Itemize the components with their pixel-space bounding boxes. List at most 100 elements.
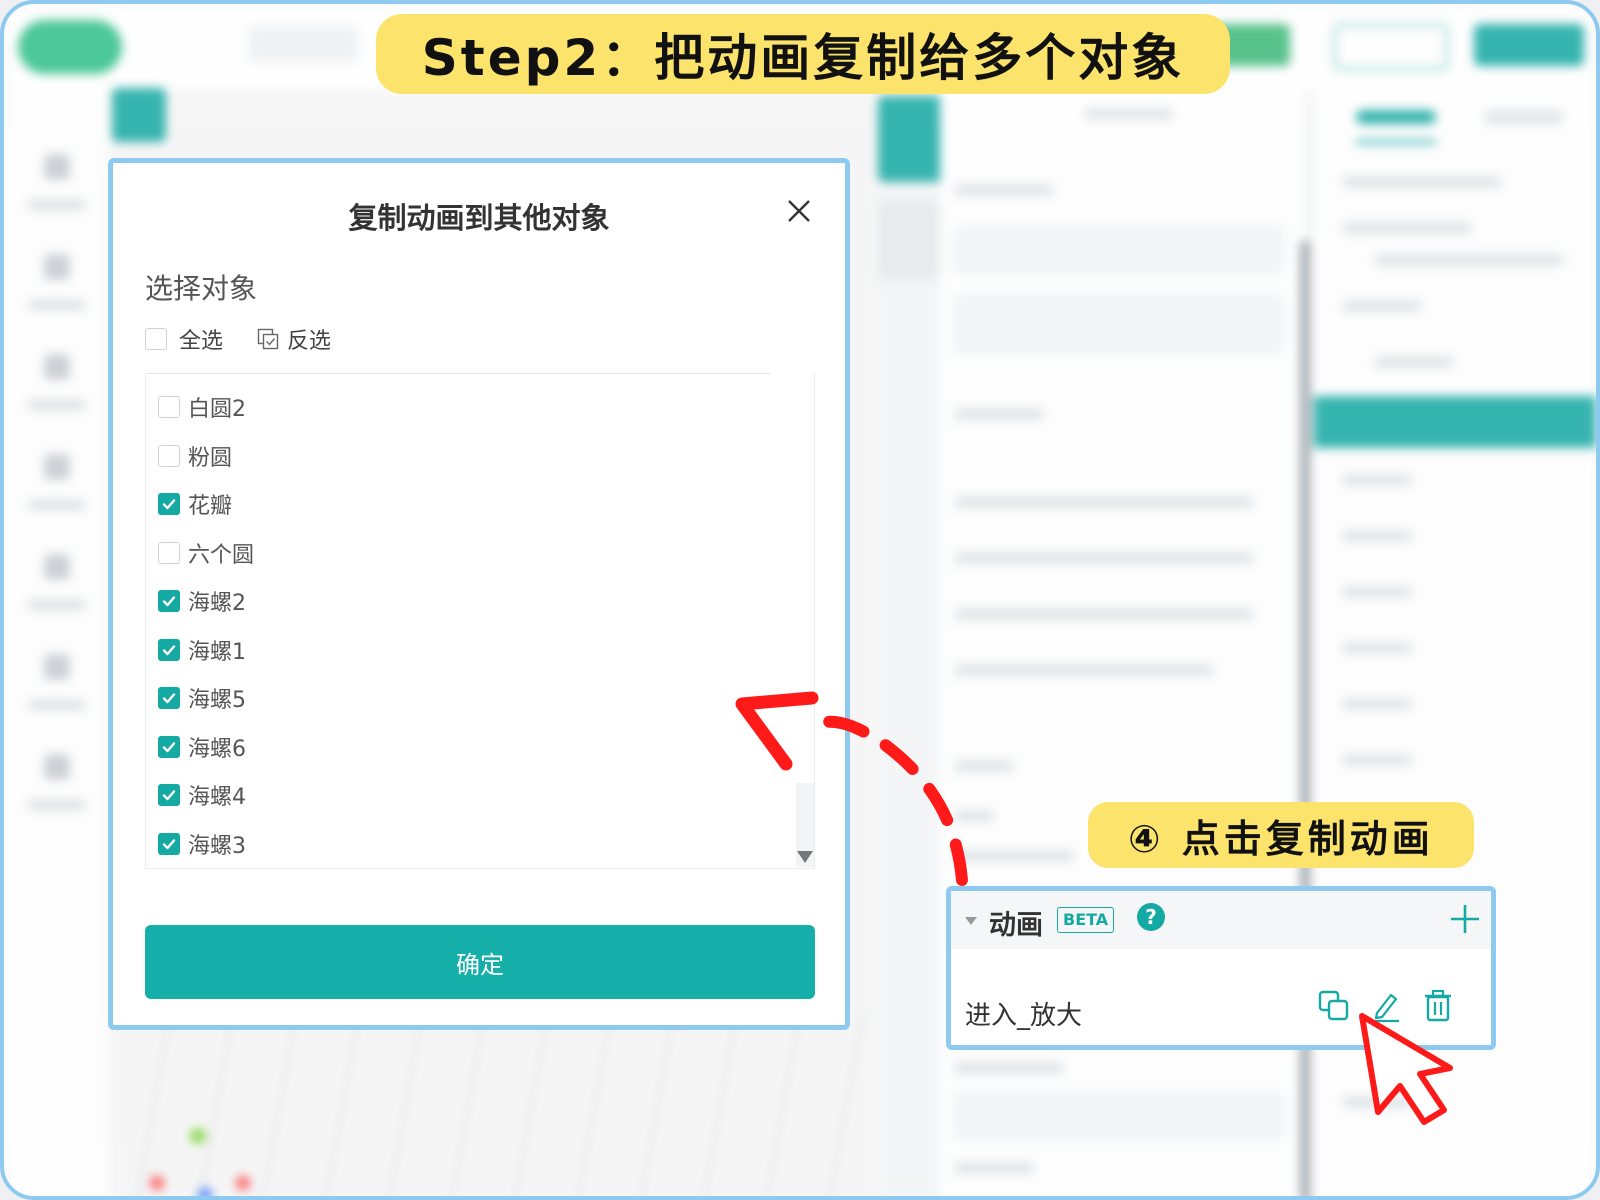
trash-icon[interactable]: [1421, 989, 1455, 1023]
bg-row: [1342, 586, 1412, 598]
checkbox[interactable]: [145, 328, 167, 350]
list-item-label: 白圆2: [188, 397, 246, 422]
screenshot-frame: Step2：把动画复制给多个对象 复制动画到其他对象 选择对象 全选 反选 白圆…: [0, 0, 1600, 1200]
bg-row: [954, 184, 1054, 196]
pencil-icon[interactable]: [1369, 989, 1403, 1023]
list-item[interactable]: 海螺6: [158, 731, 246, 763]
bg-tab-underline: [1356, 140, 1436, 144]
select-all-label: 全选: [179, 329, 224, 354]
bg-row: [1374, 356, 1454, 368]
bg-row: [954, 552, 1254, 564]
checkbox[interactable]: [158, 832, 180, 855]
bg-row: [954, 1162, 1034, 1174]
list-item[interactable]: 海螺1: [158, 634, 246, 666]
bg-row: [1342, 530, 1412, 542]
list-item[interactable]: 粉圆: [158, 440, 232, 472]
bg-row: [954, 496, 1254, 508]
checkbox[interactable]: [158, 444, 180, 467]
scroll-down-arrow-icon[interactable]: [797, 851, 813, 863]
bg-gizmo: [150, 1176, 164, 1190]
checkbox[interactable]: [158, 396, 180, 418]
checkbox[interactable]: [158, 735, 180, 758]
bg-tool-label: [28, 800, 86, 810]
bg-field: [954, 1092, 1284, 1140]
bg-floor-grid: [108, 1014, 878, 1196]
bg-row: [954, 850, 1074, 862]
animation-panel-header[interactable]: 动画 BETA ?: [951, 891, 1491, 949]
bg-field: [954, 226, 1284, 274]
list-item-label: 海螺2: [188, 591, 246, 616]
list-item[interactable]: 海螺4: [158, 779, 246, 811]
list-item-label: 海螺3: [188, 833, 246, 859]
bg-row: [954, 664, 1214, 676]
object-list[interactable]: 白圆2 粉圆花瓣六个圆海螺2 海螺1 海螺5 海螺6 海螺4 海螺3: [145, 373, 815, 869]
checkbox[interactable]: [158, 784, 180, 806]
bg-button: [1334, 24, 1448, 70]
list-item[interactable]: 海螺3: [158, 828, 246, 860]
list-item[interactable]: 花瓣: [158, 488, 232, 520]
list-item-label: 花瓣: [188, 494, 233, 519]
bg-row: [1342, 698, 1412, 710]
bg-tab: [1356, 110, 1436, 124]
bg-row: [954, 810, 994, 822]
step-title-banner: Step2：把动画复制给多个对象: [376, 14, 1230, 94]
step-four-callout: ④ 点击复制动画: [1088, 802, 1474, 868]
bg-gizmo: [236, 1176, 250, 1190]
beta-badge: BETA: [1057, 907, 1115, 933]
bg-dropdown: [248, 26, 358, 62]
selection-toolbar: 全选 反选: [145, 323, 365, 355]
bg-row: [1342, 642, 1412, 654]
bg-row: [1342, 1096, 1412, 1108]
bg-vertical-tab: [878, 96, 940, 182]
bg-logo: [18, 20, 122, 74]
checkbox[interactable]: [158, 541, 180, 564]
bg-tool-label: [28, 500, 86, 510]
bg-gizmo: [190, 1128, 206, 1144]
bg-vertical-tab: [878, 200, 940, 280]
bg-row: [1342, 222, 1472, 234]
checkbox[interactable]: [158, 493, 180, 515]
bg-tool-label: [28, 400, 86, 410]
animation-title: 动画: [989, 910, 1043, 941]
confirm-button[interactable]: 确定: [145, 925, 815, 999]
list-item[interactable]: 海螺2: [158, 585, 246, 617]
list-item[interactable]: 海螺5: [158, 682, 246, 714]
help-icon[interactable]: ?: [1137, 903, 1165, 931]
bg-row: [954, 1062, 1064, 1074]
bg-tool-icon: [44, 154, 70, 180]
checkbox[interactable]: [158, 687, 180, 709]
checkbox[interactable]: [158, 638, 180, 661]
dialog-title: 复制动画到其他对象: [348, 201, 610, 235]
bg-selected-row: [1314, 396, 1596, 448]
bg-row: [954, 760, 1014, 772]
select-all-checkbox[interactable]: 全选: [145, 323, 223, 355]
close-icon[interactable]: [779, 191, 819, 231]
bg-tool-icon: [44, 254, 70, 280]
plus-icon[interactable]: [1447, 901, 1483, 937]
bg-tool-icon: [44, 754, 70, 780]
list-item-label: 粉圆: [188, 445, 233, 471]
bg-row: [1084, 108, 1174, 120]
checkbox[interactable]: [158, 590, 180, 612]
bg-button: [1474, 24, 1584, 66]
bg-row: [1342, 474, 1412, 486]
invert-label: 反选: [287, 329, 332, 354]
list-item[interactable]: 白圆2: [158, 391, 246, 423]
list-item-label: 六个圆: [188, 542, 255, 568]
bg-tool-icon: [44, 554, 70, 580]
invert-select-button[interactable]: 反选: [257, 323, 331, 355]
collapse-caret-icon[interactable]: [965, 917, 977, 925]
bg-row: [1374, 254, 1564, 266]
list-item-label: 海螺4: [188, 785, 246, 810]
bg-row: [1342, 176, 1502, 188]
animation-item-name: 进入_放大: [965, 1001, 1083, 1031]
bg-row: [954, 408, 1044, 420]
bg-tab: [1484, 110, 1564, 124]
bg-gizmo: [198, 1188, 212, 1196]
list-item-label: 海螺6: [188, 736, 246, 762]
select-objects-label: 选择对象: [145, 272, 258, 305]
bg-tool-label: [28, 300, 86, 310]
list-item[interactable]: 六个圆: [158, 537, 254, 569]
list-item-label: 海螺1: [188, 639, 246, 665]
copy-icon[interactable]: [1317, 989, 1351, 1023]
